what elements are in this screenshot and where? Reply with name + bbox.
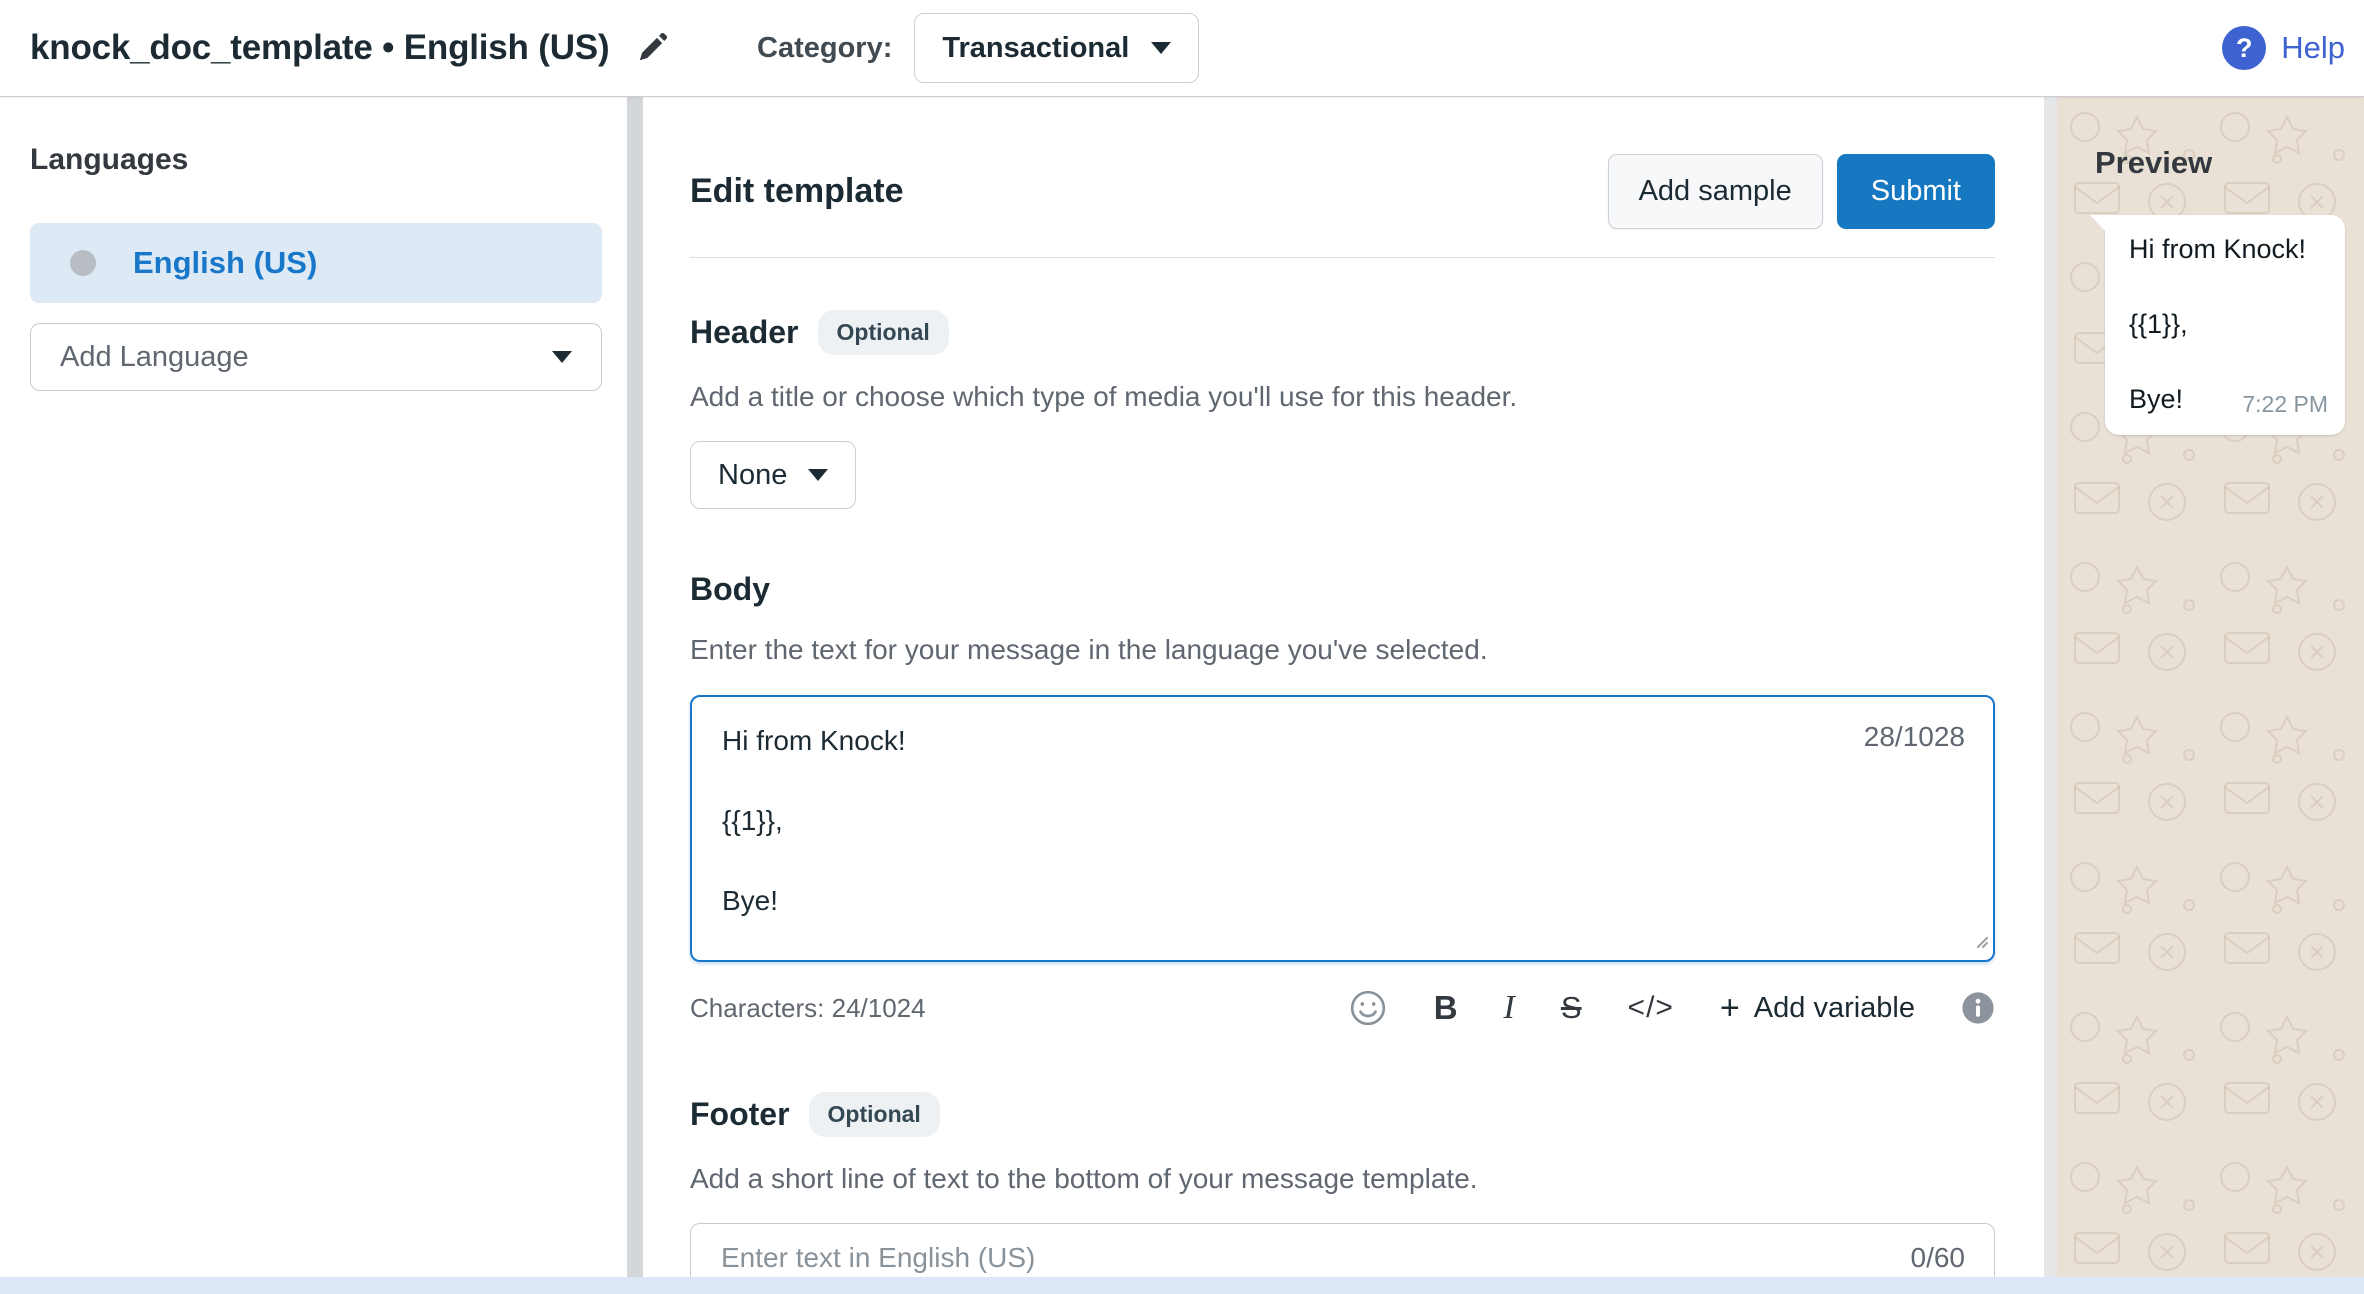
italic-icon[interactable]: I — [1504, 989, 1515, 1027]
submit-button[interactable]: Submit — [1837, 154, 1995, 229]
header-format-value: None — [718, 459, 787, 492]
question-mark-icon: ? — [2222, 26, 2266, 70]
languages-heading: Languages — [30, 143, 602, 177]
emoji-icon[interactable] — [1348, 988, 1388, 1028]
edit-title-button[interactable] — [635, 29, 671, 68]
edit-template-title: Edit template — [690, 172, 903, 211]
page-title: knock_doc_template • English (US) — [30, 28, 609, 68]
footer-section-description: Add a short line of text to the bottom o… — [690, 1163, 1995, 1195]
preview-message-bubble: Hi from Knock! {{1}}, Bye! 7:22 PM — [2105, 215, 2345, 435]
main-scrollbar[interactable] — [2044, 97, 2057, 1294]
language-label: English (US) — [133, 245, 317, 281]
sidebar-item-english-us[interactable]: English (US) — [30, 223, 602, 303]
pencil-icon — [635, 29, 671, 68]
chevron-down-icon — [552, 351, 572, 363]
add-variable-label: Add variable — [1754, 992, 1915, 1025]
help-link[interactable]: ? Help — [2222, 0, 2345, 96]
add-language-dropdown[interactable]: Add Language — [30, 323, 602, 391]
body-section-title: Body — [690, 571, 1995, 608]
optional-badge: Optional — [809, 1092, 940, 1137]
topbar: knock_doc_template • English (US) Catego… — [0, 0, 2364, 97]
bold-icon[interactable]: B — [1434, 989, 1458, 1027]
info-icon[interactable] — [1961, 991, 1995, 1025]
body-counter: 28/1028 — [1864, 721, 1965, 753]
add-sample-button[interactable]: Add sample — [1608, 154, 1823, 229]
body-section: Body Enter the text for your message in … — [690, 571, 1995, 1028]
preview-pane: Preview Hi from Knock! {{1}}, Bye! 7:22 … — [2057, 97, 2364, 1294]
header-section-description: Add a title or choose which type of medi… — [690, 381, 1995, 413]
template-title-group: knock_doc_template • English (US) — [30, 28, 671, 68]
preview-timestamp: 7:22 PM — [2242, 391, 2328, 418]
body-textarea-wrap: 28/1028 — [690, 695, 1995, 962]
content-area: Languages English (US) Add Language Edit… — [0, 97, 2364, 1294]
body-textarea[interactable] — [690, 695, 1995, 962]
chevron-down-icon — [808, 469, 828, 481]
category-value: Transactional — [942, 32, 1129, 65]
category-label: Category: — [757, 32, 892, 65]
bubble-tail-icon — [2090, 215, 2106, 237]
body-toolbar: Characters: 24/1024 B I S </> — [690, 988, 1995, 1028]
category-group: Category: Transactional — [757, 0, 1199, 96]
editor-header: Edit template Add sample Submit — [690, 97, 1995, 229]
header-section: Header Optional Add a title or choose wh… — [690, 310, 1995, 509]
preview-heading: Preview — [2095, 145, 2212, 181]
footer-section: Footer Optional Add a short line of text… — [690, 1092, 1995, 1293]
sidebar-scrollbar[interactable] — [627, 97, 643, 1294]
divider — [690, 257, 1995, 258]
strikethrough-icon[interactable]: S — [1561, 990, 1582, 1026]
footer-counter: 0/60 — [1911, 1242, 1966, 1274]
header-section-title: Header — [690, 314, 799, 351]
add-language-placeholder: Add Language — [60, 341, 249, 374]
header-actions: Add sample Submit — [1608, 154, 1995, 229]
edit-template-panel: Edit template Add sample Submit Header O… — [643, 97, 2044, 1294]
help-label: Help — [2281, 30, 2345, 66]
optional-badge: Optional — [818, 310, 949, 355]
add-variable-button[interactable]: + Add variable — [1720, 991, 1915, 1025]
category-dropdown[interactable]: Transactional — [914, 13, 1199, 83]
header-format-dropdown[interactable]: None — [690, 441, 856, 509]
status-dot-icon — [70, 250, 96, 276]
languages-sidebar: Languages English (US) Add Language — [0, 97, 627, 1294]
bottom-strip — [0, 1277, 2364, 1294]
code-icon[interactable]: </> — [1628, 991, 1674, 1025]
characters-count: Characters: 24/1024 — [690, 993, 926, 1024]
footer-section-title: Footer — [690, 1096, 790, 1133]
plus-icon: + — [1720, 991, 1740, 1025]
chevron-down-icon — [1151, 42, 1171, 54]
body-section-description: Enter the text for your message in the l… — [690, 634, 1995, 666]
